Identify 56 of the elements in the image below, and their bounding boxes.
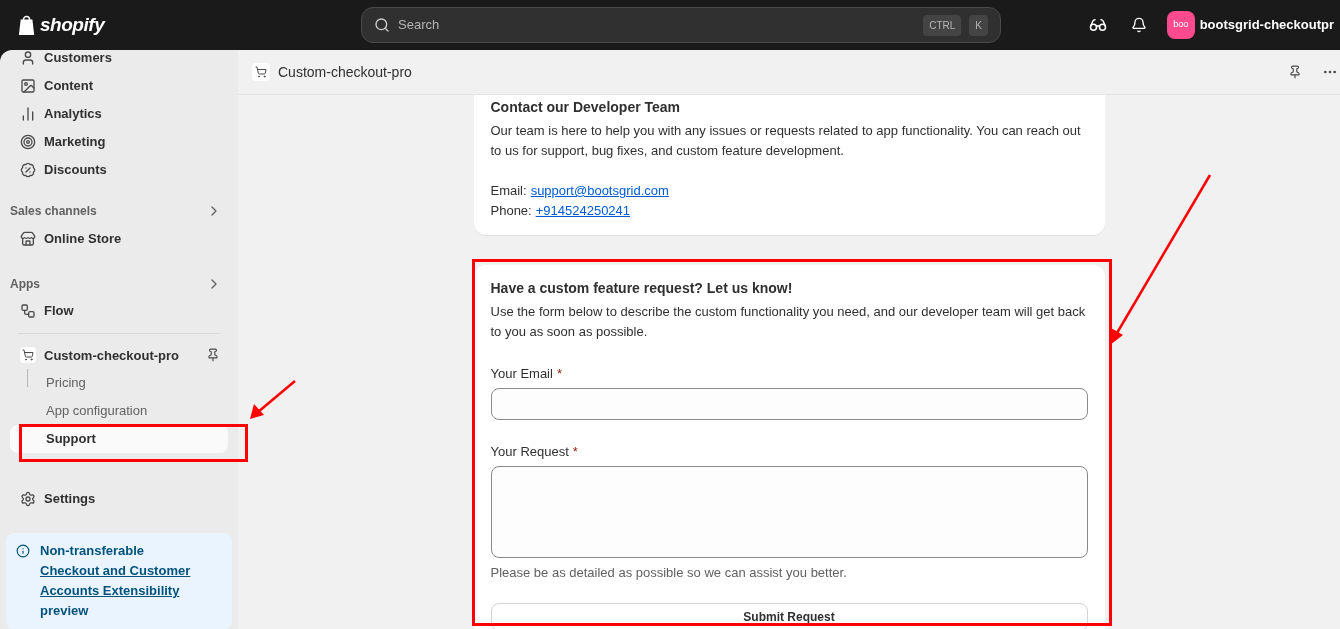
sidebar-item[interactable]: Flow [44, 300, 74, 321]
sidebar-item[interactable]: Analytics [44, 104, 102, 124]
app-icon [252, 63, 270, 81]
settings-icon [20, 491, 36, 507]
app-icon [20, 347, 36, 364]
section-heading: Apps [10, 275, 40, 293]
person-icon [20, 50, 36, 66]
storefront-icon [20, 230, 36, 247]
notice-text: Non-transferable [40, 542, 146, 560]
shortcut-key: K [969, 14, 988, 36]
section-heading: Sales channels [10, 203, 97, 220]
required-asterisk: * [556, 365, 562, 383]
email-label: Email: [490, 182, 527, 200]
store-name[interactable]: bootsgrid-checkoutpr [1199, 15, 1334, 35]
email-input[interactable] [490, 388, 1088, 420]
logo-text[interactable]: shopify [40, 10, 105, 40]
sub-nav-item[interactable]: Support [10, 425, 228, 453]
workflow-icon [20, 302, 36, 319]
settings-item[interactable]: Settings [44, 489, 96, 509]
field-label: Your Request [490, 443, 569, 461]
shortcut-key: CTRL [923, 14, 962, 36]
info-icon [16, 544, 30, 558]
phone-link[interactable]: +914524250241 [535, 201, 631, 221]
email-link[interactable]: support@bootsgrid.com [530, 181, 669, 201]
sub-nav-item[interactable]: App configuration [10, 397, 228, 425]
sidebar-item[interactable]: Marketing [44, 132, 106, 152]
phone-label: Phone: [490, 202, 532, 220]
help-text: Please be as detailed as possible so we can assist you better. [490, 564, 848, 582]
sidebar-item[interactable]: Customers [44, 50, 112, 68]
page-title: Custom-checkout-pro [278, 62, 413, 82]
notice-text: preview [40, 602, 90, 620]
pin-icon[interactable] [206, 348, 220, 363]
sidebar-item[interactable]: Content [44, 76, 94, 96]
sidebar-item[interactable]: Online Store [44, 229, 122, 249]
field-label: Your Email [490, 365, 553, 383]
bell-icon[interactable] [1130, 17, 1147, 33]
required-asterisk: * [572, 443, 578, 461]
search-placeholder: Search [398, 16, 441, 35]
target-icon [20, 134, 36, 150]
pin-icon[interactable] [1288, 65, 1302, 79]
request-textarea[interactable] [490, 466, 1088, 558]
annotation-arrow [250, 380, 296, 419]
search-icon [374, 17, 390, 33]
app-name[interactable]: Custom-checkout-pro [44, 345, 198, 365]
sidebar-item[interactable]: Discounts [44, 160, 107, 180]
bar-chart-icon [20, 106, 36, 122]
glasses-face-icon[interactable] [1088, 16, 1107, 34]
percent-badge-icon [20, 162, 36, 178]
card-heading: Contact our Developer Team [490, 98, 682, 117]
card-heading: Have a custom feature request? Let us know! [490, 279, 794, 298]
card-text: Our team is here to help you with any issues or requests related to app functionality. You can reach out to us for support, bug fixes, and custom feature development. [490, 122, 1082, 160]
search-field[interactable]: Search CTRL K [361, 7, 1001, 43]
shopping-bag-logo-icon [18, 14, 36, 36]
card-text: Use the form below to describe the custom functionality you need, and our developer team will get back to you as soon as possible. [490, 303, 1087, 341]
image-icon [20, 78, 36, 94]
sub-nav-item[interactable]: Pricing [10, 369, 228, 397]
